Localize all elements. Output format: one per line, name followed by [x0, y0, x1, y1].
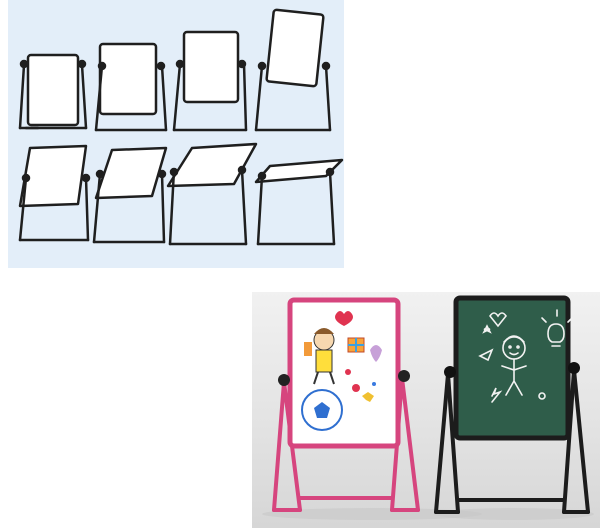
- product-photo-panel: [252, 292, 600, 528]
- black-chalkboard-easel: [434, 295, 590, 514]
- pink-whiteboard-easel: [272, 297, 420, 512]
- tilt-angles-illustration: [18, 8, 344, 246]
- easel-tilt-7: [166, 142, 258, 246]
- easel-tilt-1: [18, 53, 88, 130]
- easel-tilt-2: [94, 42, 168, 132]
- easels-product-illustration: [262, 295, 594, 520]
- easel-tilt-3: [172, 30, 248, 132]
- easel-tilt-5: [18, 144, 91, 242]
- tilt-angles-panel: [8, 0, 344, 268]
- easel-tilt-6: [92, 146, 168, 244]
- easel-tilt-8: [254, 158, 344, 246]
- easel-tilt-4: [254, 8, 332, 132]
